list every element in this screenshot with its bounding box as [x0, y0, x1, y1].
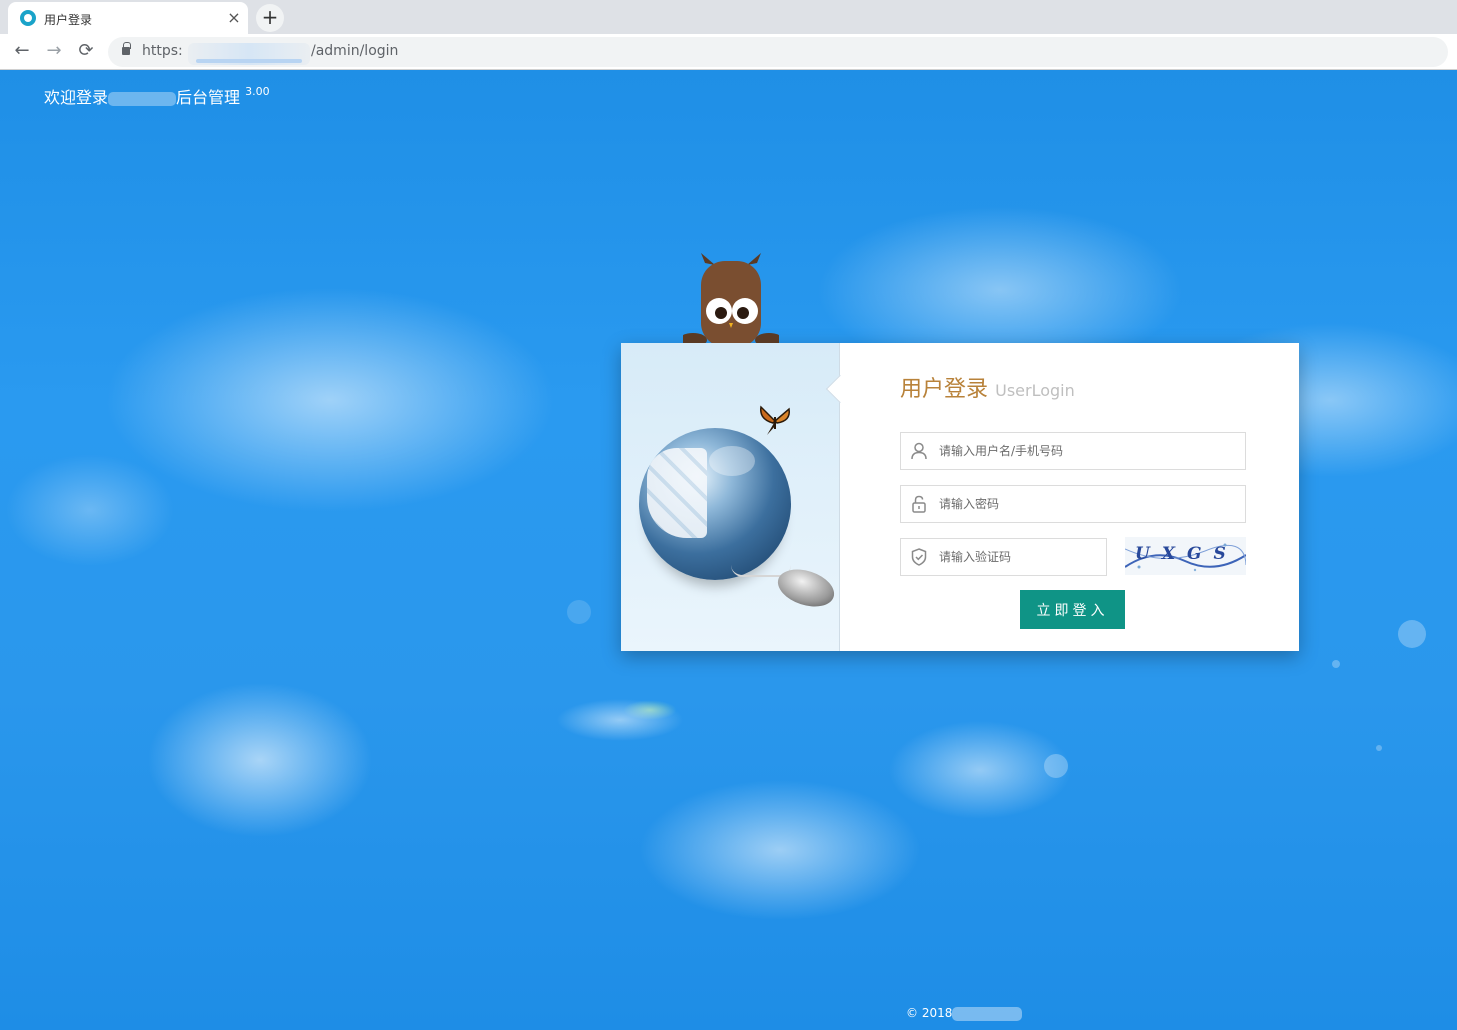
address-bar[interactable]: https: /admin/login	[108, 37, 1448, 67]
close-tab-icon[interactable]: ×	[226, 8, 242, 28]
light-bubble	[567, 600, 591, 624]
lock-icon	[912, 495, 926, 513]
tab-strip: 用户登录 × +	[0, 0, 1457, 34]
url-scheme: https:	[142, 43, 183, 59]
welcome-heading: 欢迎登录 后台管理 3.00	[44, 84, 270, 108]
captcha-field[interactable]	[900, 538, 1107, 576]
illustration-panel	[621, 343, 840, 651]
copyright-text: © 2018	[906, 1006, 953, 1020]
copyright-footer: © 2018	[906, 1006, 1023, 1021]
welcome-prefix: 欢迎登录	[44, 88, 109, 107]
browser-tab[interactable]: 用户登录 ×	[8, 2, 248, 34]
login-title-cn: 用户登录	[900, 377, 989, 402]
version-badge: 3.00	[245, 85, 270, 98]
login-page: 欢迎登录 后台管理 3.00 用户登录 UserLogin 请输入用户名/手机号…	[0, 70, 1457, 1030]
back-icon[interactable]: ←	[9, 38, 35, 64]
password-input[interactable]	[937, 486, 1239, 522]
username-field[interactable]	[900, 432, 1246, 470]
company-name-redacted	[952, 1006, 1023, 1021]
puzzle-pieces	[647, 448, 707, 538]
light-bubble	[1376, 745, 1382, 751]
light-bubble	[1398, 620, 1426, 648]
light-bubble	[1044, 754, 1068, 778]
butterfly-icon	[760, 405, 790, 435]
reload-icon[interactable]: ⟳	[73, 38, 99, 64]
site-name-redacted	[108, 91, 177, 106]
browser-chrome: 用户登录 × + ← → ⟳ https: /admin/login	[0, 0, 1457, 70]
password-field[interactable]	[900, 485, 1246, 523]
captcha-input[interactable]	[937, 539, 1100, 575]
puzzle-globe-icon	[639, 428, 791, 580]
new-tab-button[interactable]: +	[256, 4, 284, 32]
light-bubble	[1332, 660, 1340, 668]
login-panel: 用户登录 UserLogin 请输入用户名/手机号码 请输入验证码 UXGS 立…	[621, 253, 1299, 651]
url-host-redacted	[188, 43, 310, 65]
forward-icon[interactable]: →	[41, 38, 67, 64]
tab-title: 用户登录	[44, 13, 93, 27]
owl-mascot-icon	[683, 253, 779, 345]
url-path: /admin/login	[311, 43, 399, 59]
captcha-image[interactable]: UXGS	[1125, 537, 1246, 575]
login-title: 用户登录 UserLogin	[900, 371, 1075, 403]
favicon-icon	[20, 10, 36, 26]
login-submit-button[interactable]: 立即登入	[1020, 590, 1125, 629]
username-input[interactable]	[937, 433, 1239, 469]
globe-highlight	[709, 446, 755, 476]
login-title-en: UserLogin	[995, 381, 1075, 400]
captcha-code: UXGS	[1135, 544, 1238, 564]
browser-toolbar: ← → ⟳ https: /admin/login	[0, 34, 1457, 70]
welcome-suffix: 后台管理	[176, 88, 241, 107]
shield-icon	[911, 548, 927, 566]
lock-icon[interactable]	[122, 42, 131, 55]
user-icon	[911, 442, 927, 460]
